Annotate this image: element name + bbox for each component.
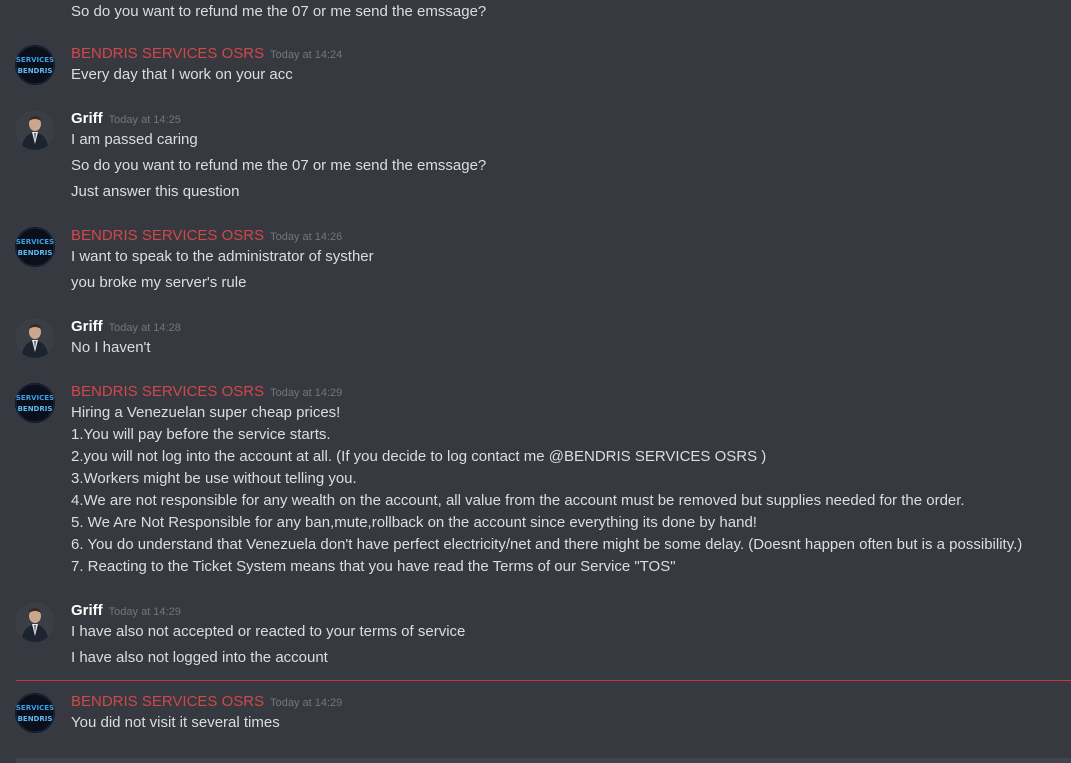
message-line: I have also not accepted or reacted to y… [71,623,466,640]
svg-text:SERVICES: SERVICES [16,704,54,712]
message-line: 1.You will pay before the service starts… [71,426,331,443]
message-line: I have also not logged into the account [71,649,328,666]
author-name[interactable]: Griff [71,318,103,335]
message-line: No I haven't [71,339,151,356]
timestamp: Today at 14:26 [270,231,343,243]
timestamp: Today at 14:29 [108,606,181,618]
message-header: BENDRIS SERVICES OSRS Today at 14:24 [71,45,342,65]
author-name[interactable]: Griff [71,110,103,127]
bendris-avatar[interactable]: SERVICES BENDRIS [15,693,55,733]
svg-text:BENDRIS: BENDRIS [18,249,53,257]
timestamp: Today at 14:29 [270,697,343,709]
bendris-avatar[interactable]: SERVICES BENDRIS [15,383,55,423]
message-header: Griff Today at 14:29 [71,602,181,622]
message-line: you broke my server's rule [71,274,247,291]
timestamp: Today at 14:24 [270,49,343,61]
griff-avatar[interactable] [15,602,55,642]
message-line: 2.you will not log into the account at a… [71,448,767,465]
message-header: BENDRIS SERVICES OSRS Today at 14:29 [71,693,342,713]
message-line: I want to speak to the administrator of … [71,248,374,265]
svg-text:SERVICES: SERVICES [16,56,54,64]
griff-avatar[interactable] [15,110,55,150]
timestamp: Today at 14:25 [108,114,181,126]
message-line: So do you want to refund me the 07 or me… [71,3,487,20]
author-name[interactable]: BENDRIS SERVICES OSRS [71,383,264,400]
message-line: 3.Workers might be use without telling y… [71,470,357,487]
griff-avatar[interactable] [15,318,55,358]
message-line: 4.We are not responsible for any wealth … [71,492,965,509]
svg-text:SERVICES: SERVICES [16,394,54,402]
author-name[interactable]: BENDRIS SERVICES OSRS [71,693,264,710]
svg-text:BENDRIS: BENDRIS [18,67,53,75]
author-name[interactable]: BENDRIS SERVICES OSRS [71,45,264,62]
svg-text:BENDRIS: BENDRIS [18,405,53,413]
message-line: Just answer this question [71,183,240,200]
author-name[interactable]: Griff [71,602,103,619]
message-line: You did not visit it several times [71,714,280,731]
message-header: BENDRIS SERVICES OSRS Today at 14:29 [71,383,342,403]
message-line: Every day that I work on your acc [71,66,293,83]
timestamp: Today at 14:28 [108,322,181,334]
svg-text:BENDRIS: BENDRIS [18,715,53,723]
message-line: So do you want to refund me the 07 or me… [71,157,487,174]
bendris-avatar[interactable]: SERVICES BENDRIS [15,45,55,85]
message-header: BENDRIS SERVICES OSRS Today at 14:26 [71,227,342,247]
message-header: Griff Today at 14:25 [71,110,181,130]
svg-text:SERVICES: SERVICES [16,238,54,246]
message-header: Griff Today at 14:28 [71,318,181,338]
message-line: 6. You do understand that Venezuela don'… [71,536,1023,553]
message-line: I am passed caring [71,131,198,148]
new-messages-divider [16,680,1071,681]
chat-messages: So do you want to refund me the 07 or me… [0,0,1071,763]
message-input-edge [16,758,1071,763]
author-name[interactable]: BENDRIS SERVICES OSRS [71,227,264,244]
timestamp: Today at 14:29 [270,387,343,399]
bendris-avatar[interactable]: SERVICES BENDRIS [15,227,55,267]
message-line: 5. We Are Not Responsible for any ban,mu… [71,514,757,531]
message-line: Hiring a Venezuelan super cheap prices! [71,404,341,421]
message-line: 7. Reacting to the Ticket System means t… [71,558,676,575]
